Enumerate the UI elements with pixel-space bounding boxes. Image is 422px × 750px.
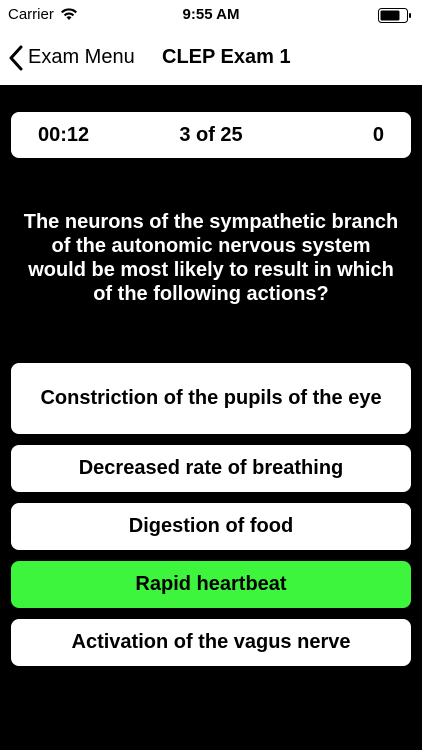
back-button-label: Exam Menu — [28, 46, 135, 68]
chevron-left-icon — [9, 45, 23, 70]
answer-label: Digestion of food — [128, 515, 294, 537]
score-card: 00:12 3 of 25 0 — [11, 112, 411, 158]
answer-option-1[interactable]: Constriction of the pupils of the eye — [11, 363, 411, 434]
answer-option-4[interactable]: Rapid heartbeat — [11, 561, 411, 608]
answer-option-3[interactable]: Digestion of food — [11, 503, 411, 550]
answer-label: Rapid heartbeat — [135, 573, 287, 595]
battery-icon — [378, 8, 411, 23]
answer-label: Decreased rate of breathing — [78, 457, 344, 479]
answer-label: Activation of the vagus nerve — [71, 631, 351, 653]
navigation-bar: Exam Menu CLEP Exam 1 — [0, 30, 422, 85]
answer-label: Constriction of the pupils of the eye — [40, 387, 382, 409]
question-text: The neurons of the sympathetic branch of… — [23, 211, 399, 305]
answer-option-5[interactable]: Activation of the vagus nerve — [11, 619, 411, 666]
status-time: 9:55 AM — [182, 6, 240, 23]
status-bar: Carrier 9:55 AM — [0, 0, 422, 30]
back-button[interactable]: Exam Menu — [8, 30, 135, 85]
page-title: CLEP Exam 1 — [162, 46, 291, 68]
answer-option-2[interactable]: Decreased rate of breathing — [11, 445, 411, 492]
question-progress: 3 of 25 — [179, 124, 243, 146]
score-count: 0 — [372, 124, 384, 146]
